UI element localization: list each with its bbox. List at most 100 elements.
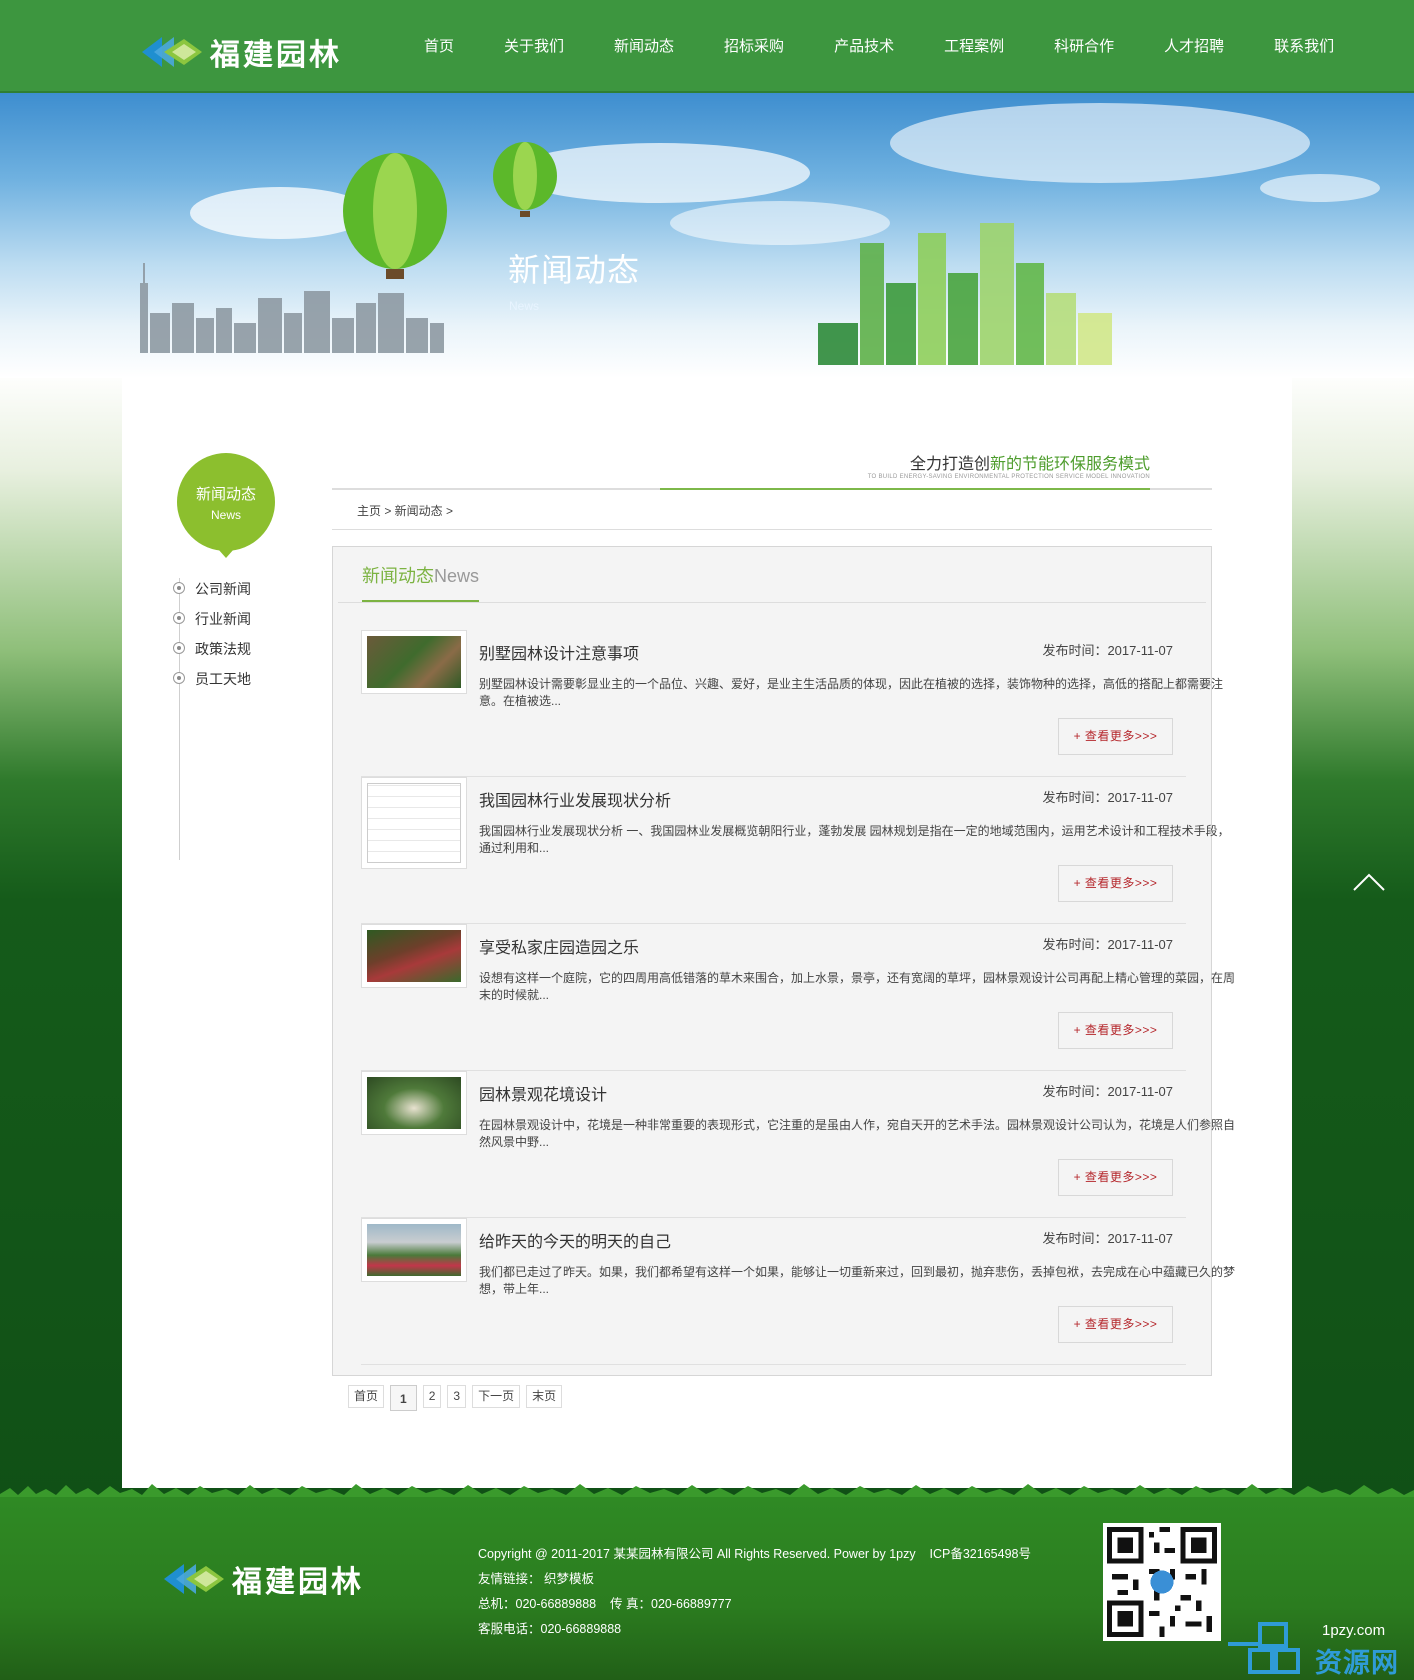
news-item: 享受私家庄园造园之乐 发布时间：2017-11-07 设想有这样一个庭院，它的四… xyxy=(361,924,1235,1071)
news-title[interactable]: 给昨天的今天的明天的自己 xyxy=(479,1228,671,1252)
page-next[interactable]: 下一页 xyxy=(472,1385,521,1408)
breadcrumb[interactable]: 主页 > 新闻动态 > xyxy=(332,493,1212,530)
footer-logo-text: 福建园林 xyxy=(232,1565,364,1600)
news-date: 发布时间：2017-11-07 xyxy=(1042,1084,1173,1099)
slogan-highlight: 新的节能环保服务模式 xyxy=(989,456,1150,473)
news-summary: 在园林景观设计中，花境是一种非常重要的表现形式，它注重的是虽由人作，宛自天开的艺… xyxy=(479,1118,1236,1149)
balloon-large xyxy=(343,153,447,279)
page-last[interactable]: 末页 xyxy=(526,1385,563,1408)
main-nav: 首页 关于我们 新闻动态 招标采购 产品技术 工程案例 科研合作 人才招聘 联系… xyxy=(405,0,1365,93)
slogan-bar: 全力打造创新的节能环保服务模式 TO BUILD ENERGY-SAVING E… xyxy=(332,448,1212,490)
sidebar-item-staff[interactable]: 员工天地 xyxy=(170,664,251,694)
read-more-button[interactable]: + 查看更多>>> xyxy=(1058,865,1173,902)
news-title-en: News xyxy=(434,566,480,586)
page-2[interactable]: 2 xyxy=(422,1385,442,1408)
read-more-button[interactable]: + 查看更多>>> xyxy=(1058,1012,1173,1049)
logo-icon xyxy=(142,37,202,67)
nav-home[interactable]: 首页 xyxy=(405,0,473,93)
nav-news[interactable]: 新闻动态 xyxy=(595,0,693,93)
news-date: 发布时间：2017-11-07 xyxy=(1042,643,1173,658)
logo-text: 福建园林 xyxy=(210,38,342,73)
page-banner: 新闻动态 News xyxy=(0,93,1414,378)
news-title-cn: 新闻动态 xyxy=(362,566,434,586)
footer-links[interactable]: 友情链接： 织梦模板 xyxy=(478,1567,1031,1592)
news-list-panel: 新闻动态News 别墅园林设计注意事项 发布时间：2017-11-07 别墅园林… xyxy=(332,546,1235,1376)
banner-illustration xyxy=(140,103,1380,365)
sidebar-header: 新闻动态 News xyxy=(177,453,275,551)
news-item: 给昨天的今天的明天的自己 发布时间：2017-11-07 我们都已走过了昨天。如… xyxy=(361,1218,1235,1365)
news-summary: 设想有这样一个庭院，它的四周用高低错落的草木来围合，加上水景，景亭，还有宽阔的草… xyxy=(479,971,1236,1002)
footer-copyright: Copyright @ 2011-2017 某某园林有限公司 All Right… xyxy=(478,1547,1031,1561)
slogan-underline xyxy=(660,488,1150,490)
site-header: 福建园林 首页 关于我们 新闻动态 招标采购 产品技术 工程案例 科研合作 人才… xyxy=(0,0,1414,93)
watermark-text: 资源网 xyxy=(1315,1648,1399,1678)
page-first[interactable]: 首页 xyxy=(348,1385,385,1408)
sidebar-menu: 公司新闻 行业新闻 政策法规 员工天地 xyxy=(170,574,251,694)
slogan-text: 全力打造创新的节能环保服务模式 xyxy=(910,450,1150,474)
nav-bidding[interactable]: 招标采购 xyxy=(705,0,803,93)
news-list-header: 新闻动态News xyxy=(338,547,1206,603)
sidebar-item-policy[interactable]: 政策法规 xyxy=(170,634,251,664)
news-item: 园林景观花境设计 发布时间：2017-11-07 在园林景观设计中，花境是一种非… xyxy=(361,1071,1235,1218)
bullet-icon xyxy=(173,642,185,654)
news-title[interactable]: 我国园林行业发展现状分析 xyxy=(479,787,671,811)
back-to-top-icon[interactable] xyxy=(1352,872,1386,892)
news-thumbnail[interactable] xyxy=(361,924,467,988)
page-current[interactable]: 1 xyxy=(390,1385,417,1411)
nav-products[interactable]: 产品技术 xyxy=(815,0,913,93)
news-thumbnail[interactable] xyxy=(361,777,467,869)
balloon-small xyxy=(493,142,557,217)
news-summary: 我国园林行业发展现状分析 一、我国园林业发展概览朝阳行业，蓬勃发展 园林规划是指… xyxy=(479,824,1230,855)
main-content: 新闻动态 News 公司新闻 行业新闻 政策法规 员工天地 全力打造创新的节能环… xyxy=(122,378,1292,1488)
sidebar-item-label: 公司新闻 xyxy=(195,581,251,597)
bullet-icon xyxy=(173,582,185,594)
sidebar-title: 新闻动态 xyxy=(195,486,256,503)
read-more-button[interactable]: + 查看更多>>> xyxy=(1058,1306,1173,1343)
banner-subtitle: News xyxy=(509,299,540,313)
nav-about[interactable]: 关于我们 xyxy=(485,0,583,93)
news-date: 发布时间：2017-11-07 xyxy=(1042,790,1173,805)
nav-jobs[interactable]: 人才招聘 xyxy=(1145,0,1243,93)
news-summary: 我们都已走过了昨天。如果，我们都希望有这样一个如果，能够让一切重新来过，回到最初… xyxy=(479,1265,1236,1296)
news-title[interactable]: 别墅园林设计注意事项 xyxy=(479,640,639,664)
read-more-button[interactable]: + 查看更多>>> xyxy=(1058,1159,1173,1196)
footer-logo[interactable]: 福建园林 xyxy=(162,1557,364,1601)
logo-icon xyxy=(164,1564,224,1594)
read-more-button[interactable]: + 查看更多>>> xyxy=(1058,718,1173,755)
news-item: 别墅园林设计注意事项 发布时间：2017-11-07 别墅园林设计需要彰显业主的… xyxy=(361,630,1223,777)
nav-cases[interactable]: 工程案例 xyxy=(925,0,1023,93)
news-thumbnail[interactable] xyxy=(361,630,467,694)
bullet-icon xyxy=(173,612,185,624)
footer-info: Copyright @ 2011-2017 某某园林有限公司 All Right… xyxy=(478,1542,1031,1642)
pagination: 首页 1 2 3 下一页 末页 xyxy=(348,1385,568,1411)
page-3[interactable]: 3 xyxy=(447,1385,467,1408)
news-thumbnail[interactable] xyxy=(361,1071,467,1135)
sidebar-item-label: 员工天地 xyxy=(195,671,251,687)
footer-service-phone: 客服电话：020-66889888 xyxy=(478,1622,622,1636)
news-thumbnail[interactable] xyxy=(361,1218,467,1282)
sidebar-pointer xyxy=(218,549,234,558)
news-summary: 别墅园林设计需要彰显业主的一个品位、兴趣、爱好，是业主生活品质的体现，因此在植被… xyxy=(479,677,1224,708)
footer-phones: 总机：020-66889888 传 真：020-66889777 xyxy=(478,1597,732,1611)
qr-code-icon xyxy=(1103,1523,1221,1641)
news-list-title: 新闻动态News xyxy=(362,562,480,602)
nav-contact[interactable]: 联系我们 xyxy=(1255,0,1353,93)
news-title[interactable]: 享受私家庄园造园之乐 xyxy=(479,934,639,958)
banner-title: 新闻动态 xyxy=(508,252,641,288)
slogan-prefix: 全力打造创 xyxy=(909,456,990,473)
site-footer: 福建园林 Copyright @ 2011-2017 某某园林有限公司 All … xyxy=(0,1497,1414,1680)
news-item: 我国园林行业发展现状分析 发布时间：2017-11-07 我国园林行业发展现状分… xyxy=(361,777,1230,924)
sidebar-title-en: News xyxy=(210,508,241,522)
news-date: 发布时间：2017-11-07 xyxy=(1042,1231,1173,1246)
news-date: 发布时间：2017-11-07 xyxy=(1042,937,1173,952)
sidebar-item-company-news[interactable]: 公司新闻 xyxy=(170,574,251,604)
watermark-domain: 1pzy.com xyxy=(1322,1622,1386,1639)
sidebar-item-label: 政策法规 xyxy=(195,641,251,657)
slogan-english: TO BUILD ENERGY-SAVING ENVIRONMENTAL PRO… xyxy=(867,474,1150,480)
watermark-logo-icon xyxy=(1228,1622,1300,1674)
news-title[interactable]: 园林景观花境设计 xyxy=(479,1081,607,1105)
sidebar-item-label: 行业新闻 xyxy=(195,611,251,627)
nav-research[interactable]: 科研合作 xyxy=(1035,0,1133,93)
sidebar-item-industry-news[interactable]: 行业新闻 xyxy=(170,604,251,634)
site-logo[interactable]: 福建园林 xyxy=(140,30,342,74)
